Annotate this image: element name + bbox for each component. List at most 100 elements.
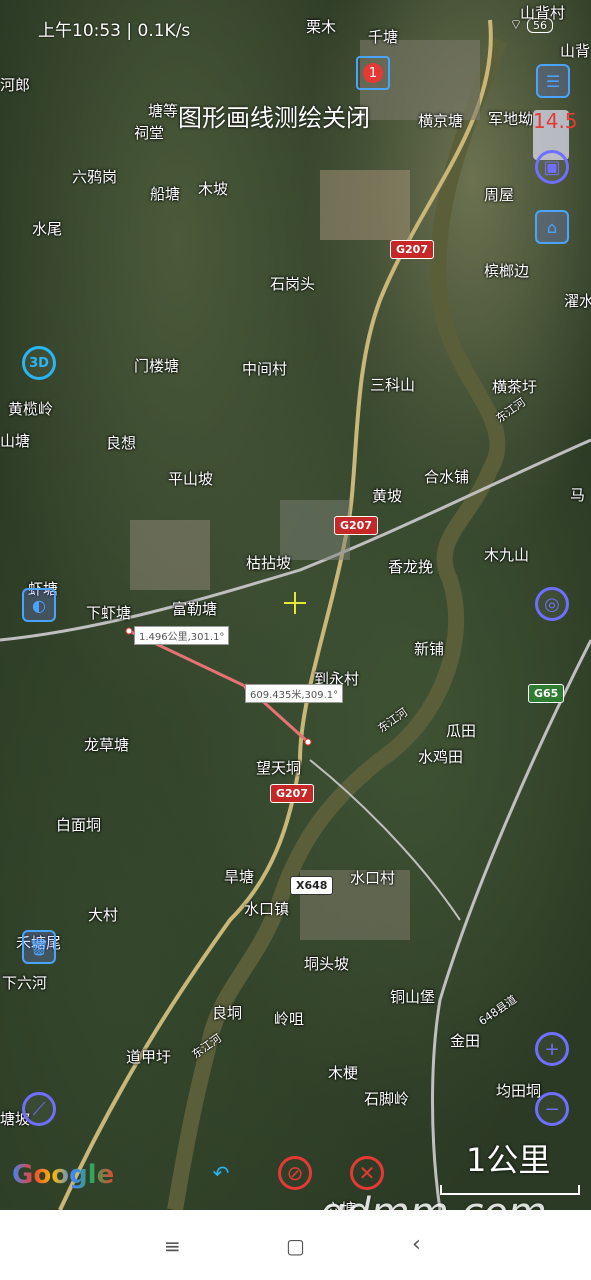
place-label: 香龙挽: [388, 558, 434, 576]
place-label: 山背: [560, 42, 591, 60]
place-label: 横茶圩: [492, 378, 538, 396]
back-icon[interactable]: ‹: [412, 1232, 421, 1257]
delete-button[interactable]: 🗑: [22, 930, 56, 964]
place-label: 下虾塘: [86, 604, 132, 622]
plus-icon: +: [544, 1038, 560, 1060]
3d-label: 3D: [29, 355, 49, 371]
circle-slash-icon: ⊘: [286, 1161, 304, 1185]
place-label: 六鸦岗: [72, 168, 118, 186]
compass-icon: ◐: [32, 595, 46, 615]
place-label: 旱塘: [224, 868, 255, 886]
satellite-map[interactable]: 上午10:53 | 0.1K/s ⌔ 56 栗木千塘 山背村河郎 山背塘等祠堂 横京塘…: [0, 0, 591, 1210]
minus-icon: −: [544, 1098, 560, 1120]
place-label: 濯水: [564, 292, 591, 310]
status-bar: 上午10:53 | 0.1K/s ⌔ 56: [0, 0, 591, 52]
place-label: 门楼塘: [134, 357, 180, 375]
place-label: 河郎: [0, 76, 31, 94]
location-marker[interactable]: 1: [356, 56, 390, 90]
place-label: 塘等: [148, 102, 179, 120]
measure-tag-2: 609.435米,309.1°: [245, 684, 344, 703]
place-label: 槟榔边: [484, 262, 530, 280]
place-label: 大村: [88, 906, 119, 924]
road-badge: G207: [334, 516, 378, 535]
place-label: 龙草塘: [84, 736, 130, 754]
place-label: 白面垌: [56, 816, 102, 834]
place-label: 均田垌: [496, 1082, 542, 1100]
place-label: 金田: [450, 1032, 481, 1050]
trash-icon: 🗑: [28, 937, 50, 957]
compass-button[interactable]: ⟋: [22, 1092, 56, 1126]
place-label: 新铺: [414, 640, 445, 658]
place-label: 周屋: [484, 186, 515, 204]
home-button[interactable]: ⌂: [535, 210, 569, 244]
urban-area: [130, 520, 210, 590]
place-label: 合水铺: [424, 468, 470, 486]
place-label: 下六河: [2, 974, 48, 992]
place-label: 中间村: [242, 360, 288, 378]
lock-icon: ▣: [543, 156, 561, 178]
place-label: 祠堂: [134, 124, 165, 142]
measure-point[interactable]: [125, 627, 133, 635]
locate-button[interactable]: ◎: [535, 587, 569, 621]
place-label: 枯拈坡: [246, 554, 292, 572]
place-label: 船塘: [150, 185, 181, 203]
place-label: 良想: [106, 434, 137, 452]
measure-tag-1: 1.496公里,301.1°: [134, 626, 230, 645]
marker-number: 1: [363, 63, 383, 83]
android-nav-bar: ≡ ▢ ‹: [0, 1210, 591, 1280]
place-label: 山塘: [0, 432, 31, 450]
google-logo: Google: [12, 1160, 115, 1190]
clear-button[interactable]: ⊘: [278, 1156, 312, 1190]
undo-icon: ↶: [212, 1161, 230, 1185]
close-button[interactable]: ✕: [350, 1156, 384, 1190]
zoom-in-button[interactable]: +: [535, 1032, 569, 1066]
place-label: 水尾: [32, 220, 63, 238]
place-label: 岭咀: [274, 1010, 305, 1028]
place-label: 木坡: [198, 180, 229, 198]
place-label: 水口镇: [244, 900, 290, 918]
place-label: 栗木: [306, 18, 337, 36]
place-label: 平山坡: [168, 470, 214, 488]
place-label: 木九山: [484, 546, 530, 564]
home-icon: ⌂: [546, 217, 558, 237]
place-label: 木梗: [328, 1064, 359, 1082]
menu-icon[interactable]: ≡: [164, 1234, 181, 1258]
road-badge: G65: [528, 684, 565, 703]
lock-button[interactable]: ▣: [535, 150, 569, 184]
undo-button[interactable]: ↶: [204, 1156, 238, 1190]
place-label: 三科山: [370, 376, 416, 394]
home-square-icon[interactable]: ▢: [286, 1234, 305, 1258]
drawing-mode-banner[interactable]: 图形画线测绘关闭: [178, 98, 370, 133]
target-icon: ◎: [544, 593, 560, 615]
place-label: 石脚岭: [364, 1090, 410, 1108]
3d-button[interactable]: 3D: [22, 346, 56, 380]
road-badge: X648: [290, 876, 334, 895]
urban-area: [320, 170, 410, 240]
place-label: 马: [570, 486, 586, 504]
place-label: 山背村: [520, 4, 566, 22]
track-button[interactable]: ◐: [22, 588, 56, 622]
place-label: 道甲圩: [126, 1048, 172, 1066]
place-label: 垌头坡: [304, 955, 350, 973]
layers-icon: ☰: [545, 71, 561, 91]
place-label: 良垌: [212, 1004, 243, 1022]
place-label: 铜山堡: [390, 988, 436, 1006]
place-label: 军地坳: [488, 110, 534, 128]
place-label: 千塘: [368, 28, 399, 46]
place-label: 横京塘: [418, 112, 464, 130]
road-badge: G207: [390, 240, 434, 259]
place-label: 黄榄岭: [8, 400, 54, 418]
compass-needle-icon: ⟋: [32, 1098, 46, 1120]
place-label: 瓜田: [446, 722, 477, 740]
close-icon: ✕: [358, 1161, 376, 1185]
place-label: 黄坡: [372, 487, 403, 505]
place-label: 望天垌: [256, 759, 302, 777]
zoom-out-button[interactable]: −: [535, 1092, 569, 1126]
road-badge: G207: [270, 784, 314, 803]
place-label: 水口村: [350, 869, 396, 887]
status-time: 上午10:53 | 0.1K/s: [38, 21, 191, 41]
layers-button[interactable]: ☰: [536, 64, 570, 98]
place-label: 水鸡田: [418, 748, 464, 766]
scale-text: 1公里: [466, 1141, 551, 1179]
measure-point[interactable]: [304, 738, 312, 746]
